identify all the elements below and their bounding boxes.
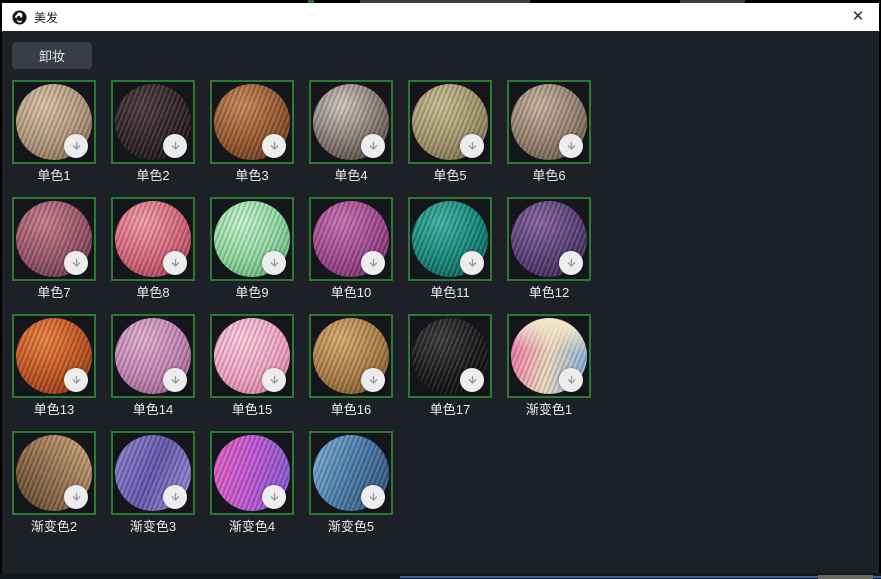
hair-style-grid: 单色1 单色2 单色3: [12, 80, 591, 548]
remove-makeup-button[interactable]: 卸妆: [12, 42, 92, 69]
download-icon[interactable]: [361, 251, 385, 275]
hair-style-tile[interactable]: [12, 431, 96, 515]
hair-style-tile[interactable]: [309, 431, 393, 515]
download-icon[interactable]: [64, 485, 88, 509]
hair-style-tile[interactable]: [408, 80, 492, 164]
hair-style-cell: 单色5: [408, 80, 492, 197]
hair-style-cell: 单色10: [309, 197, 393, 314]
download-icon[interactable]: [262, 251, 286, 275]
hair-style-label: 单色7: [12, 284, 96, 301]
hair-style-cell: 单色3: [210, 80, 294, 197]
hair-style-label: 渐变色4: [210, 518, 294, 535]
hair-style-tile[interactable]: [111, 80, 195, 164]
hair-style-tile[interactable]: [210, 314, 294, 398]
hair-style-dialog: 美发 ✕ 卸妆 单色1 单色2: [0, 0, 881, 579]
hair-style-cell: 单色11: [408, 197, 492, 314]
hair-style-label: 单色4: [309, 167, 393, 184]
hair-style-cell: 渐变色3: [111, 431, 195, 548]
hair-style-label: 单色17: [408, 401, 492, 418]
hair-style-tile[interactable]: [210, 80, 294, 164]
hair-style-cell: 单色1: [12, 80, 96, 197]
hair-style-label: 单色1: [12, 167, 96, 184]
hair-style-tile[interactable]: [12, 80, 96, 164]
download-icon[interactable]: [262, 134, 286, 158]
hair-style-tile[interactable]: [111, 314, 195, 398]
hair-style-tile[interactable]: [309, 197, 393, 281]
hair-style-label: 单色15: [210, 401, 294, 418]
hair-style-tile[interactable]: [507, 197, 591, 281]
hair-style-cell: 单色15: [210, 314, 294, 431]
download-icon[interactable]: [559, 251, 583, 275]
download-icon[interactable]: [460, 134, 484, 158]
download-icon[interactable]: [460, 251, 484, 275]
hair-style-cell: 单色12: [507, 197, 591, 314]
hair-style-label: 单色13: [12, 401, 96, 418]
obs-logo-icon: [12, 10, 27, 25]
hair-style-label: 单色6: [507, 167, 591, 184]
download-icon[interactable]: [559, 368, 583, 392]
download-icon[interactable]: [460, 368, 484, 392]
hair-style-cell: 单色8: [111, 197, 195, 314]
hair-style-label: 单色9: [210, 284, 294, 301]
hair-style-label: 渐变色1: [507, 401, 591, 418]
hair-style-cell: 单色6: [507, 80, 591, 197]
hair-style-cell: 单色13: [12, 314, 96, 431]
download-icon[interactable]: [559, 134, 583, 158]
hair-style-label: 渐变色3: [111, 518, 195, 535]
hair-style-cell: 单色14: [111, 314, 195, 431]
hair-style-label: 单色3: [210, 167, 294, 184]
hair-style-tile[interactable]: [111, 431, 195, 515]
hair-style-tile[interactable]: [12, 197, 96, 281]
hair-style-cell: 单色16: [309, 314, 393, 431]
hair-style-cell: 单色17: [408, 314, 492, 431]
hair-style-cell: 渐变色1: [507, 314, 591, 431]
hair-style-tile[interactable]: [111, 197, 195, 281]
titlebar[interactable]: 美发 ✕: [2, 3, 879, 31]
hair-style-label: 单色11: [408, 284, 492, 301]
hair-style-label: 单色16: [309, 401, 393, 418]
hair-style-cell: 单色7: [12, 197, 96, 314]
download-icon[interactable]: [361, 485, 385, 509]
download-icon[interactable]: [64, 368, 88, 392]
hair-style-label: 单色8: [111, 284, 195, 301]
hair-style-tile[interactable]: [309, 80, 393, 164]
download-icon[interactable]: [163, 368, 187, 392]
hair-style-label: 单色12: [507, 284, 591, 301]
download-icon[interactable]: [262, 485, 286, 509]
hair-style-cell: 单色9: [210, 197, 294, 314]
background-app-fragment: [818, 575, 873, 579]
background-app-fragment: [400, 576, 881, 578]
hair-style-tile[interactable]: [408, 197, 492, 281]
hair-style-tile[interactable]: [309, 314, 393, 398]
download-icon[interactable]: [163, 251, 187, 275]
hair-style-tile[interactable]: [210, 431, 294, 515]
hair-style-cell: 渐变色4: [210, 431, 294, 548]
hair-style-label: 渐变色2: [12, 518, 96, 535]
bottom-edge: [0, 573, 881, 579]
hair-style-cell: 单色4: [309, 80, 393, 197]
close-button[interactable]: ✕: [841, 3, 875, 31]
download-icon[interactable]: [361, 134, 385, 158]
download-icon[interactable]: [64, 251, 88, 275]
hair-style-tile[interactable]: [12, 314, 96, 398]
download-icon[interactable]: [262, 368, 286, 392]
hair-style-cell: 单色2: [111, 80, 195, 197]
hair-style-tile[interactable]: [507, 314, 591, 398]
hair-style-cell: 渐变色5: [309, 431, 393, 548]
hair-style-label: 单色5: [408, 167, 492, 184]
hair-style-tile[interactable]: [210, 197, 294, 281]
hair-style-tile[interactable]: [507, 80, 591, 164]
hair-style-cell: 渐变色2: [12, 431, 96, 548]
download-icon[interactable]: [163, 134, 187, 158]
dialog-title: 美发: [34, 9, 58, 26]
hair-style-label: 单色14: [111, 401, 195, 418]
hair-style-label: 渐变色5: [309, 518, 393, 535]
download-icon[interactable]: [361, 368, 385, 392]
hair-style-label: 单色2: [111, 167, 195, 184]
hair-style-label: 单色10: [309, 284, 393, 301]
hair-style-tile[interactable]: [408, 314, 492, 398]
download-icon[interactable]: [64, 134, 88, 158]
download-icon[interactable]: [163, 485, 187, 509]
dialog-content: 卸妆 单色1 单色2: [2, 31, 879, 573]
